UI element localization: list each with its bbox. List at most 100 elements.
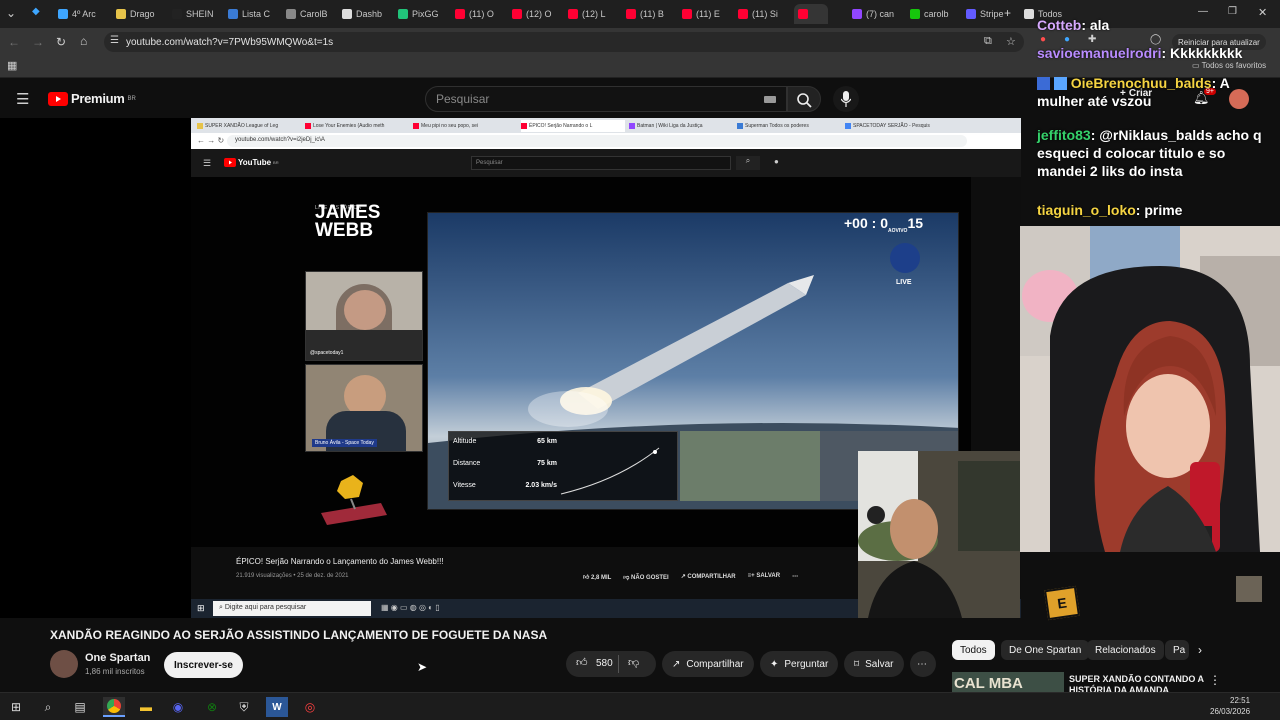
inner-taskbar-icons: ▦ ◉ ▭ ◍ ◎ ◐ ▯ [381,603,440,612]
obs-icon[interactable]: ◎ [299,697,321,717]
share-icon: ↗ [672,658,681,670]
menu-icon[interactable]: ☰ [16,90,29,108]
channel-name[interactable]: One Spartan [85,652,150,664]
space-today-cam-2: Bruno Ávila - Space Today [305,364,423,452]
inner-search-icon: ⌕ [736,156,760,170]
subscriber-badge-icon [1053,77,1067,90]
inner-youtube-logo: YouTube BR [224,158,279,167]
browser-tab[interactable]: Dashb [342,4,392,24]
chip-from-channel[interactable]: De One Spartan [1001,640,1090,660]
subscribe-button[interactable]: Inscrever-se [164,652,243,678]
chevron-right-icon[interactable]: › [1198,643,1202,657]
browser-tab[interactable]: (11) E [682,4,732,24]
search-input[interactable]: Pesquisar [425,86,787,112]
chat-message: jeffito83: @rNiklaus_balds acho q esquec… [1037,127,1262,179]
jwst-telescope-icon [321,475,387,525]
tab-search-icon[interactable]: ⌄ [6,6,16,20]
keyboard-icon[interactable] [764,96,776,103]
browser-tab[interactable]: CarolB [286,4,336,24]
space-today-cam-1: @spacetoday1 [305,271,423,361]
telemetry-value: 2.03 km/s [525,482,557,489]
xbox-icon[interactable]: ⊗ [201,697,223,717]
tab-label: Dashb [356,9,383,19]
tab-favicon-icon [626,9,636,19]
back-icon[interactable]: ← [8,35,20,49]
browser-tab[interactable]: SHEIN [172,4,222,24]
system-clock[interactable]: 22:51 26/03/2026 [1210,695,1250,717]
tab-label: Lista C [242,9,271,19]
ask-button[interactable]: ✦ Perguntar [760,651,839,677]
more-actions-button[interactable]: ⋯ [910,651,936,677]
browser-tab[interactable]: (12) L [568,4,618,24]
taskbar-search-icon[interactable]: ⌕ [37,697,59,717]
inner-video: LIVE HISTÓRICA JAMES WEBB @spacetoday1 Br… [191,177,971,547]
inner-browser-tab: SPACETODAY SERJÃO - Pesquis [845,120,949,132]
chip-related[interactable]: Relacionados [1087,640,1164,660]
chat-message: tiaguin_o_loko: prime [1037,202,1183,218]
task-view-icon[interactable]: ▤ [69,697,91,717]
browser-tab[interactable]: (11) Si [738,4,788,24]
install-app-icon[interactable]: ⧉ [984,35,992,48]
gem-icon[interactable]: ◆ [32,6,40,17]
chip-partial[interactable]: Pa [1165,640,1189,660]
thumb-down-icon: 👎︎ [623,575,632,581]
like-icon[interactable]: 👍︎ [576,656,588,669]
browser-tab[interactable] [794,4,828,24]
inner-nav-icon: ← → ↻ [197,136,225,145]
recommended-title[interactable]: SUPER XANDÃO CONTANDO A HISTÓRIA DA AMAN… [1069,674,1204,692]
channel-avatar[interactable] [50,650,78,678]
url-text: youtube.com/watch?v=7PWb95WMQWo&t=1s [126,36,334,48]
file-explorer-icon[interactable]: ▬ [135,697,157,717]
chat-message: Cotteb: ala [1037,17,1110,33]
site-info-icon[interactable]: ☰ [110,35,119,46]
tab-label: carolb [924,9,949,19]
browser-tab[interactable]: (11) B [626,4,676,24]
dislike-icon[interactable]: 👎︎ [628,656,639,669]
address-bar[interactable]: ☰ youtube.com/watch?v=7PWb95WMQWo&t=1s ⧉… [104,32,1024,52]
browser-tab[interactable]: Lista C [228,4,278,24]
inner-browser-tab: SUPER XANDÃO League of Leg [197,120,301,132]
youtube-logo[interactable]: Premium BR [48,91,136,106]
tab-label: 4º Arc [72,9,96,19]
security-shield-icon[interactable]: ⛨ [233,697,255,717]
inner-tab-favicon-icon [845,123,851,129]
chrome-icon[interactable] [103,697,125,717]
tab-favicon-icon [455,9,465,19]
browser-tab[interactable]: (12) O [512,4,562,24]
word-icon[interactable]: W [266,697,288,717]
browser-tab[interactable]: (7) can [852,4,902,24]
windows-start-icon[interactable]: ⊞ [5,697,27,717]
home-icon[interactable]: ⌂ [80,34,87,48]
browser-tab[interactable]: 4º Arc [58,4,108,24]
save-button[interactable]: ⌑ Salvar [844,651,904,677]
inner-tab-label: Lose Your Enemies (Audio meth [313,123,385,129]
reactor-webcam [858,451,1020,618]
thumb-up-icon: 👍︎ [583,575,591,581]
share-button[interactable]: ↗ Compartilhar [662,651,754,677]
bookmark-star-icon[interactable]: ☆ [1006,35,1016,48]
new-tab-icon[interactable]: + [1004,6,1011,20]
sidebar-thumbnail[interactable] [1236,576,1262,602]
inner-dislike: 👎︎ NÃO GOSTEI [623,575,669,581]
chip-all[interactable]: Todos [952,640,995,660]
recommended-thumbnail[interactable]: CAL MBA [952,672,1064,692]
telemetry-label: Altitude [453,438,477,445]
tab-favicon-icon [228,9,238,19]
browser-tab[interactable]: (11) O [455,4,505,24]
browser-tab[interactable]: PixGG [398,4,448,24]
voice-search-button[interactable] [833,86,859,112]
reload-icon[interactable]: ↻ [56,35,66,49]
like-count[interactable]: 580 [596,658,613,669]
browser-tab[interactable]: carolb [910,4,960,24]
kebab-menu-icon[interactable]: ⋮ [1209,673,1221,687]
live-chat-overlay: Cotteb: ala savioemanuelrodri: Kkkkkkkkk… [1020,0,1280,226]
search-button[interactable] [787,86,821,112]
inner-tab-label: SUPER XANDÃO League of Leg [205,123,279,129]
subscriber-count: 1,86 mil inscritos [85,667,145,676]
earth-map-feed [680,431,820,501]
forward-icon[interactable]: → [32,35,44,49]
browser-tab[interactable]: Drago [116,4,166,24]
inner-mic-icon: ● [774,157,779,166]
apps-grid-icon[interactable]: ▦ [7,59,17,72]
discord-icon[interactable]: ◉ [167,697,189,717]
